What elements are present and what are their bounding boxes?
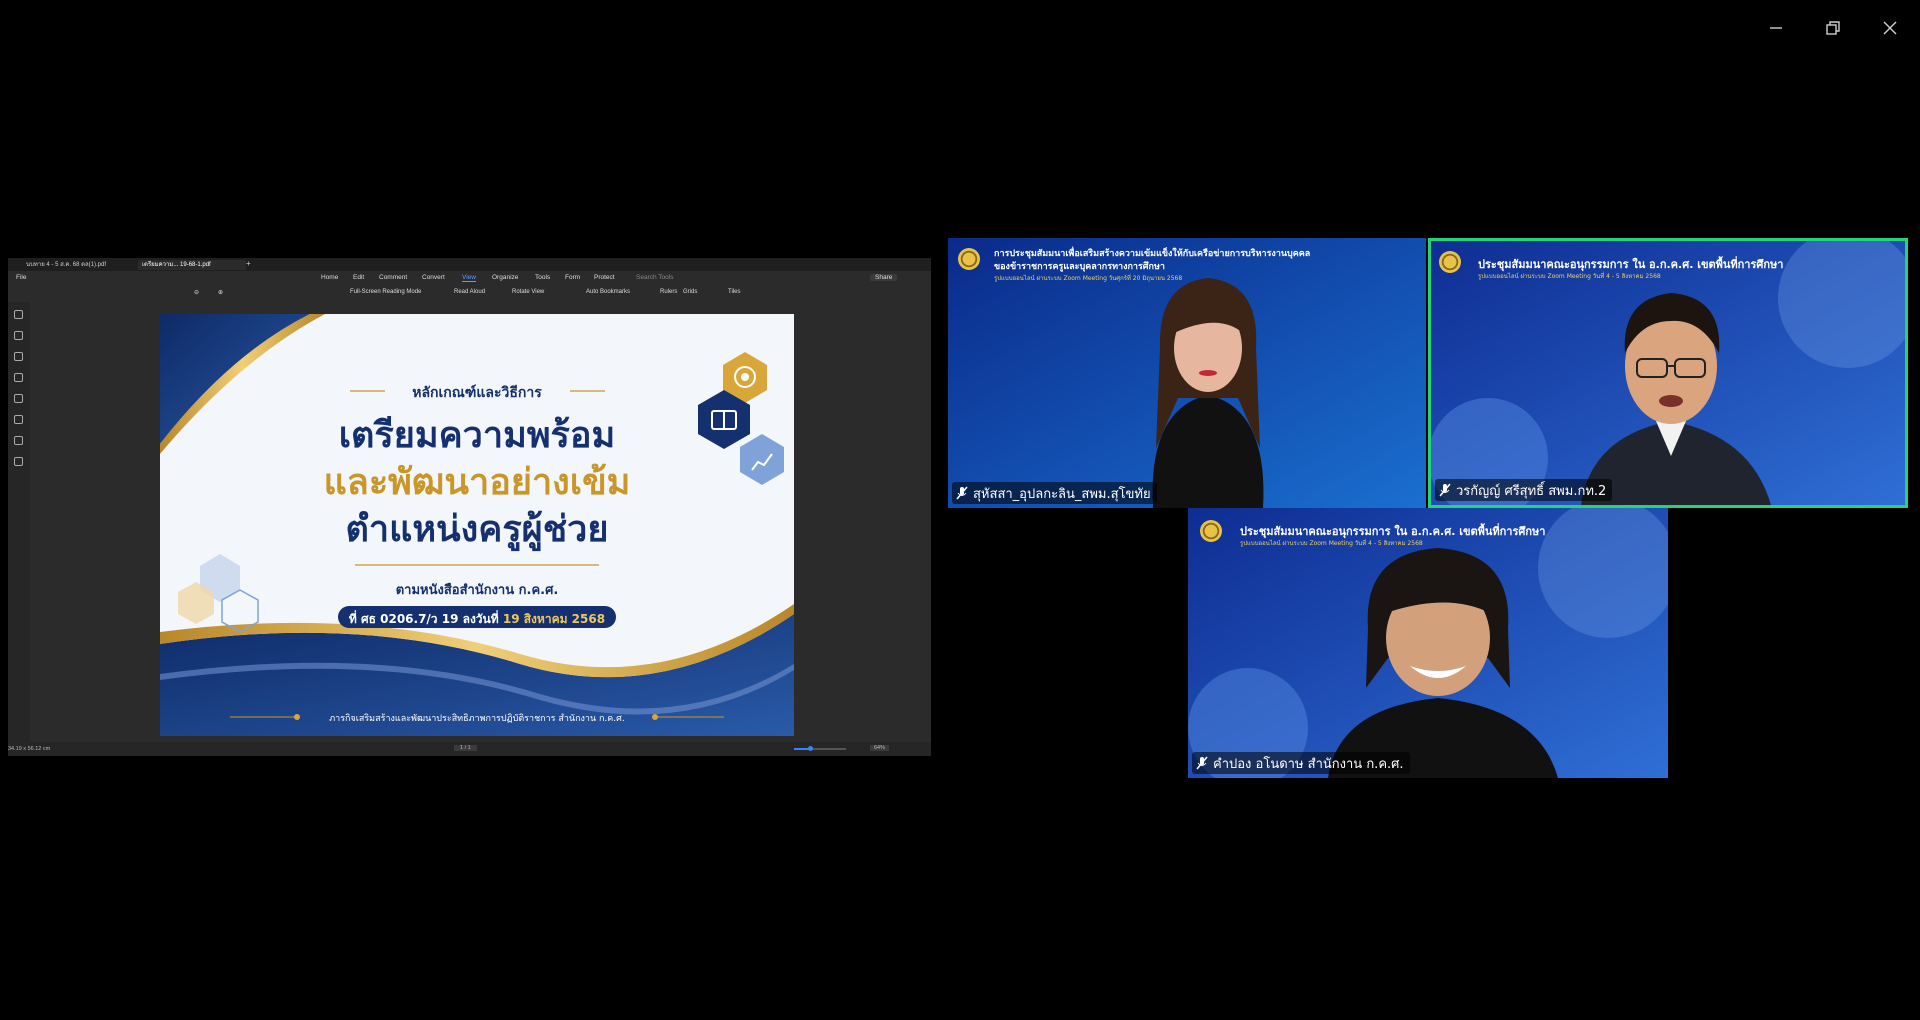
participant-nameplate: วรกัญญ์ ศรีสุทธิ์ สพม.กท.2 — [1435, 479, 1613, 501]
participant-nameplate: คำปอง อโนดาษ สำนักงาน ก.ค.ศ. — [1192, 752, 1410, 774]
slide-title-line-3: ตำแหน่งครูผู้ช่วย — [345, 509, 609, 550]
pdf-tab-active[interactable]: เตรียมความ... 19-68-1.pdf — [138, 260, 246, 270]
menu-comment[interactable]: Comment — [379, 274, 407, 281]
restore-icon — [1826, 21, 1840, 35]
participant-video — [1328, 548, 1558, 778]
zoom-in-icon[interactable]: ⊕ — [218, 289, 223, 296]
rulers-button[interactable]: Rulers — [660, 289, 677, 295]
rotate-view-button[interactable]: Rotate View — [512, 289, 544, 295]
close-button[interactable] — [1870, 14, 1910, 42]
minimize-icon — [1770, 27, 1782, 29]
layers-icon[interactable] — [14, 373, 23, 382]
attachment-icon[interactable] — [14, 394, 23, 403]
close-icon — [1883, 21, 1897, 35]
slide-doc-date: 19 สิงหาคม 2568 — [502, 612, 606, 626]
pdf-menu-bar: File Home Edit Comment Convert View Orga… — [8, 272, 931, 284]
auto-bookmarks-button[interactable]: Auto Bookmarks — [586, 289, 630, 295]
participant-tile[interactable]: ประชุมสัมมนาคณะอนุกรรมการ ใน อ.ก.ค.ศ. เข… — [1188, 508, 1668, 778]
menu-home[interactable]: Home — [321, 274, 338, 281]
search-tools-input[interactable]: Search Tools — [636, 274, 673, 281]
slide-reference: ตามหนังสือสำนักงาน ก.ค.ศ. — [395, 583, 559, 598]
participant-nameplate: สุหัสสา_อุปลกะลิน_สพม.สุโขทัย — [952, 482, 1157, 504]
pdf-status-bar: 34.19 x 56.12 cm 1 / 1 64% — [8, 742, 931, 756]
signature-icon[interactable] — [14, 457, 23, 466]
pdf-tab[interactable]: นบทาย 4 - 5 ส.ค. 68 ตล(1).pdf — [22, 260, 138, 270]
page-thumbnail-icon[interactable] — [14, 310, 23, 319]
mic-muted-icon — [956, 486, 968, 500]
participant-video — [1152, 278, 1264, 508]
grids-button[interactable]: Grids — [683, 289, 697, 295]
new-tab-icon[interactable]: + — [246, 259, 251, 268]
bookmark-icon[interactable] — [14, 331, 23, 340]
zoom-out-icon[interactable]: ⊖ — [194, 289, 199, 296]
slide-kicker: หลักเกณฑ์และวิธีการ — [412, 385, 542, 401]
participant-tile[interactable]: การประชุมสัมมนาเพื่อเสริมสร้างความเข้มแข… — [948, 238, 1426, 508]
zoom-slider[interactable] — [794, 746, 846, 751]
mic-muted-icon — [1196, 756, 1208, 770]
tiles-button[interactable]: Tiles — [728, 289, 740, 295]
shared-screen[interactable]: นบทาย 4 - 5 ส.ค. 68 ตล(1).pdf เตรียมความ… — [8, 258, 931, 756]
pdf-tab-label: นบทาย 4 - 5 ส.ค. 68 ตล(1).pdf — [26, 262, 107, 268]
pdf-view-toolbar: ⊖ ⊕ Full-Screen Reading Mode Read Aloud … — [8, 286, 931, 300]
menu-convert[interactable]: Convert — [422, 274, 445, 281]
participant-name: คำปอง อโนดาษ สำนักงาน ก.ค.ศ. — [1213, 756, 1404, 772]
read-aloud-button[interactable]: Read Aloud — [454, 289, 485, 295]
pdf-page: หลักเกณฑ์และวิธีการ เตรียมความพร้อม และพ… — [160, 314, 794, 736]
stamp-icon[interactable] — [14, 436, 23, 445]
restore-button[interactable] — [1813, 14, 1853, 42]
zoom-level[interactable]: 64% — [870, 745, 890, 751]
slide-doc-number: ที่ ศธ 0206.7/ว 19 ลงวันที่ — [348, 612, 499, 626]
menu-view[interactable]: View — [462, 274, 476, 282]
fullscreen-reading-button[interactable]: Full-Screen Reading Mode — [350, 289, 421, 295]
slide-doc-pill: ที่ ศธ 0206.7/ว 19 ลงวันที่ 19 สิงหาคม 2… — [160, 610, 794, 629]
participant-tile-active[interactable]: ประชุมสัมมนาคณะอนุกรรมการ ใน อ.ก.ค.ศ. เข… — [1428, 238, 1908, 508]
comment-icon[interactable] — [14, 352, 23, 361]
participant-name: สุหัสสา_อุปลกะลิน_สพม.สุโขทัย — [973, 486, 1151, 502]
pdf-tab-bar: นบทาย 4 - 5 ส.ค. 68 ตล(1).pdf เตรียมความ… — [8, 258, 931, 271]
page-indicator[interactable]: 1 / 1 — [454, 745, 477, 751]
menu-form[interactable]: Form — [565, 274, 580, 281]
search-icon[interactable] — [14, 415, 23, 424]
pdf-tab-label: เตรียมความ... 19-68-1.pdf — [142, 262, 211, 268]
menu-file[interactable]: File — [16, 274, 26, 281]
zoom-slider-thumb[interactable] — [808, 746, 813, 751]
slide-footer: ภารกิจเสริมสร้างและพัฒนาประสิทธิภาพการปฏ… — [329, 714, 625, 724]
menu-tools[interactable]: Tools — [535, 274, 550, 281]
mic-muted-icon — [1439, 483, 1451, 497]
minimize-button[interactable] — [1756, 14, 1796, 42]
share-button[interactable]: Share — [870, 274, 898, 281]
pdf-left-rail — [8, 302, 30, 742]
menu-protect[interactable]: Protect — [594, 274, 615, 281]
participant-name: วรกัญญ์ ศรีสุทธิ์ สพม.กท.2 — [1456, 483, 1607, 499]
menu-edit[interactable]: Edit — [353, 274, 364, 281]
menu-organize[interactable]: Organize — [492, 274, 518, 281]
page-size-text: 34.19 x 56.12 cm — [8, 746, 51, 752]
participant-video — [1581, 293, 1771, 505]
